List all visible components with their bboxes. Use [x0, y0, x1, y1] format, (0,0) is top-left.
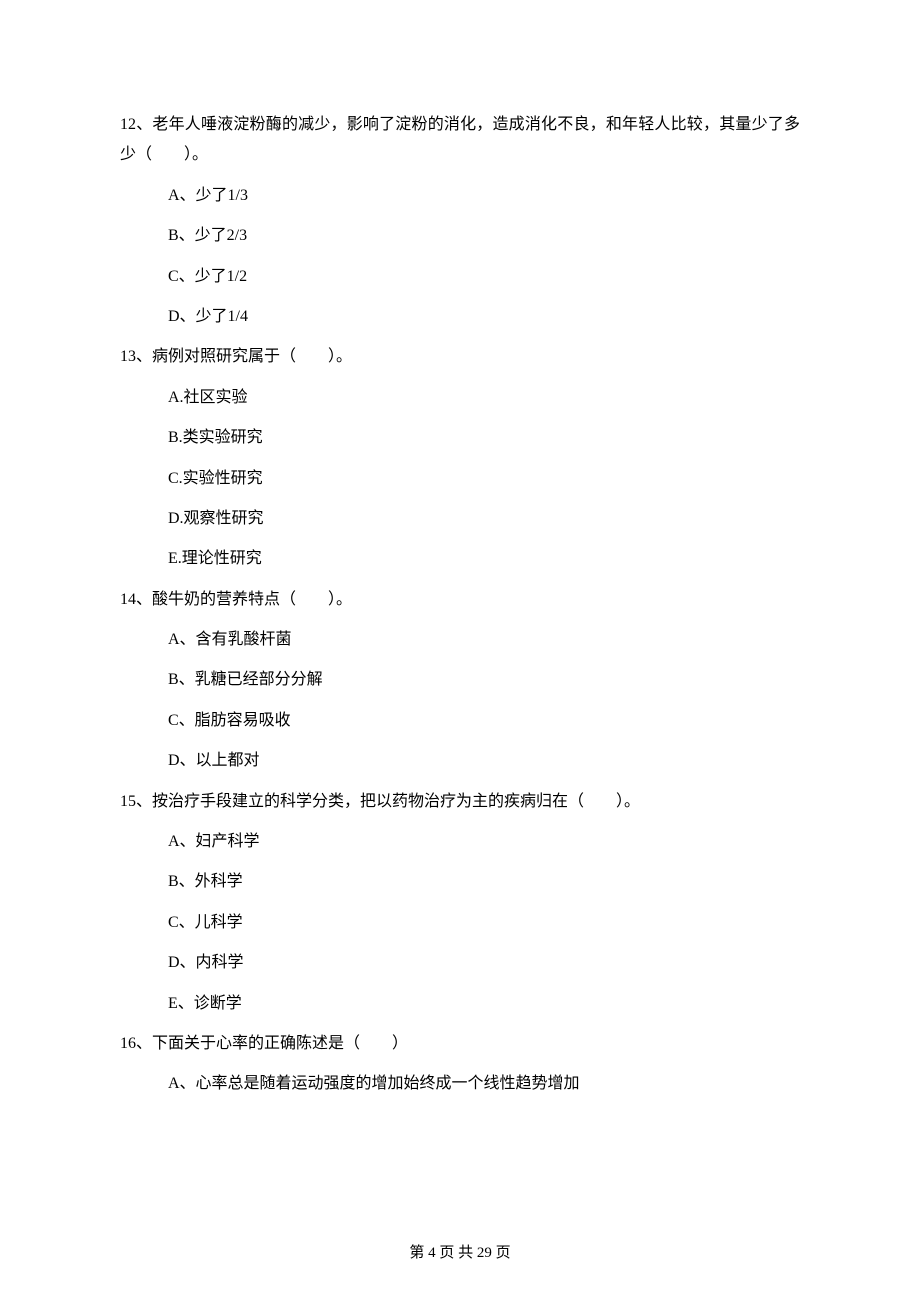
options: A、含有乳酸杆菌 B、乳糖已经部分分解 C、脂肪容易吸收 D、以上都对 — [120, 625, 800, 777]
option-d: D.观察性研究 — [168, 504, 800, 534]
option-a: A、少了1/3 — [168, 181, 800, 211]
question-13: 13、病例对照研究属于（ ）。 A.社区实验 B.类实验研究 C.实验性研究 D… — [120, 342, 800, 574]
question-number: 14、 — [120, 591, 152, 608]
question-text: 13、病例对照研究属于（ ）。 — [120, 342, 800, 372]
question-number: 13、 — [120, 348, 152, 365]
question-text: 16、下面关于心率的正确陈述是（ ） — [120, 1029, 800, 1059]
option-c: C、脂肪容易吸收 — [168, 706, 800, 736]
option-d: D、内科学 — [168, 948, 800, 978]
page: 12、老年人唾液淀粉酶的减少，影响了淀粉的消化，造成消化不良，和年轻人比较，其量… — [0, 0, 920, 1302]
option-a: A.社区实验 — [168, 383, 800, 413]
question-body: 病例对照研究属于（ ）。 — [152, 348, 352, 365]
question-body: 老年人唾液淀粉酶的减少，影响了淀粉的消化，造成消化不良，和年轻人比较，其量少了多… — [120, 116, 800, 163]
question-body: 酸牛奶的营养特点（ ）。 — [152, 591, 352, 608]
option-d: D、以上都对 — [168, 746, 800, 776]
option-e: E.理论性研究 — [168, 544, 800, 574]
option-a: A、含有乳酸杆菌 — [168, 625, 800, 655]
question-15: 15、按治疗手段建立的科学分类，把以药物治疗为主的疾病归在（ ）。 A、妇产科学… — [120, 787, 800, 1019]
option-c: C、少了1/2 — [168, 262, 800, 292]
option-b: B.类实验研究 — [168, 423, 800, 453]
options: A、少了1/3 B、少了2/3 C、少了1/2 D、少了1/4 — [120, 181, 800, 333]
option-a: A、妇产科学 — [168, 827, 800, 857]
question-14: 14、酸牛奶的营养特点（ ）。 A、含有乳酸杆菌 B、乳糖已经部分分解 C、脂肪… — [120, 585, 800, 777]
page-footer: 第 4 页 共 29 页 — [0, 1241, 920, 1262]
option-b: B、少了2/3 — [168, 221, 800, 251]
option-b: B、乳糖已经部分分解 — [168, 665, 800, 695]
options: A、心率总是随着运动强度的增加始终成一个线性趋势增加 — [120, 1069, 800, 1099]
question-text: 12、老年人唾液淀粉酶的减少，影响了淀粉的消化，造成消化不良，和年轻人比较，其量… — [120, 110, 800, 171]
question-number: 12、 — [120, 116, 152, 133]
option-a: A、心率总是随着运动强度的增加始终成一个线性趋势增加 — [168, 1069, 800, 1099]
question-body: 下面关于心率的正确陈述是（ ） — [152, 1035, 408, 1052]
option-b: B、外科学 — [168, 867, 800, 897]
options: A.社区实验 B.类实验研究 C.实验性研究 D.观察性研究 E.理论性研究 — [120, 383, 800, 575]
question-number: 16、 — [120, 1035, 152, 1052]
option-c: C、儿科学 — [168, 908, 800, 938]
question-text: 14、酸牛奶的营养特点（ ）。 — [120, 585, 800, 615]
option-d: D、少了1/4 — [168, 302, 800, 332]
option-e: E、诊断学 — [168, 989, 800, 1019]
question-12: 12、老年人唾液淀粉酶的减少，影响了淀粉的消化，造成消化不良，和年轻人比较，其量… — [120, 110, 800, 332]
options: A、妇产科学 B、外科学 C、儿科学 D、内科学 E、诊断学 — [120, 827, 800, 1019]
option-c: C.实验性研究 — [168, 464, 800, 494]
question-number: 15、 — [120, 793, 152, 810]
question-16: 16、下面关于心率的正确陈述是（ ） A、心率总是随着运动强度的增加始终成一个线… — [120, 1029, 800, 1100]
question-text: 15、按治疗手段建立的科学分类，把以药物治疗为主的疾病归在（ ）。 — [120, 787, 800, 817]
question-body: 按治疗手段建立的科学分类，把以药物治疗为主的疾病归在（ ）。 — [152, 793, 640, 810]
